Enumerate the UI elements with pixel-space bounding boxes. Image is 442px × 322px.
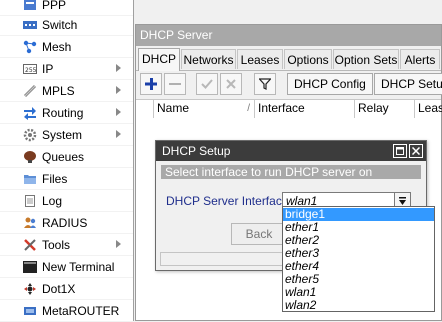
sidebar-item-switch[interactable]: Switch [0, 14, 133, 36]
sidebar-item-label: New Terminal [42, 259, 115, 274]
svg-text:255: 255 [25, 67, 37, 74]
chevron-down-icon [399, 196, 406, 205]
maximize-icon [396, 147, 404, 155]
sidebar-item-tools[interactable]: Tools [0, 234, 133, 256]
submenu-arrow-icon [116, 240, 121, 248]
submenu-arrow-icon [116, 86, 121, 94]
sidebar-item-dot1x[interactable]: Dot1X [0, 278, 133, 300]
enable-button[interactable] [196, 73, 218, 95]
sidebar-item-label: Log [42, 193, 63, 208]
check-icon [201, 79, 213, 89]
filter-icon [259, 78, 271, 90]
sidebar-item-label: Tools [42, 237, 71, 252]
back-button[interactable]: Back [231, 223, 287, 245]
column-name-label: Name [157, 101, 190, 115]
cross-icon [226, 79, 236, 89]
disable-button[interactable] [220, 73, 242, 95]
mpls-icon [22, 83, 38, 99]
sidebar-menu: PPP Switch Mesh 255 IP MPLS Routing Syst… [0, 0, 134, 322]
sidebar-item-label: Routing [42, 105, 84, 120]
add-button[interactable] [140, 73, 162, 95]
close-button[interactable] [409, 144, 423, 158]
submenu-arrow-icon [116, 108, 121, 116]
submenu-arrow-icon [116, 64, 121, 72]
column-interface[interactable]: Interface [255, 100, 355, 118]
filter-button[interactable] [254, 73, 276, 95]
dhcp-setup-button[interactable]: DHCP Setup [374, 73, 442, 95]
minus-icon [169, 83, 181, 85]
system-gear-icon [22, 127, 38, 143]
log-icon [22, 193, 38, 209]
queues-icon [22, 149, 38, 165]
dhcp-config-button[interactable]: DHCP Config [287, 73, 373, 95]
sidebar-item-label: Dot1X [42, 281, 76, 296]
metarouter-icon [22, 303, 38, 319]
tab-dhcp[interactable]: DHCP [138, 48, 180, 71]
sidebar-item-label: Mesh [42, 39, 72, 54]
tab-networks[interactable]: Networks [181, 49, 236, 69]
column-name[interactable]: Name / [154, 100, 255, 118]
sidebar-item-label: PPP [42, 0, 67, 12]
sidebar-item-mpls[interactable]: MPLS [0, 80, 133, 102]
mesh-icon [22, 39, 38, 55]
sidebar-item-label: System [42, 127, 83, 142]
dot1x-icon [22, 281, 38, 297]
column-lease[interactable]: Lease [415, 100, 442, 118]
sidebar-item-label: Files [42, 171, 68, 186]
sidebar-item-mesh[interactable]: Mesh [0, 36, 133, 58]
window-title: DHCP Server [136, 25, 441, 46]
table-header: Name / Interface Relay Lease [136, 99, 442, 119]
tab-leases[interactable]: Leases [237, 49, 283, 69]
dhcp-server-interface-label: DHCP Server Interface: [166, 194, 292, 208]
toolbar: DHCP Config DHCP Setup [136, 73, 442, 95]
sidebar-item-radius[interactable]: RADIUS [0, 212, 133, 234]
sidebar-item-label: Queues [42, 149, 85, 164]
sidebar-item-log[interactable]: Log [0, 190, 133, 212]
files-folder-icon [22, 171, 38, 187]
dropdown-option-wlan2[interactable]: wlan2 [283, 299, 434, 312]
sidebar-item-new-terminal[interactable]: New Terminal [0, 256, 133, 278]
tab-options[interactable]: Options [284, 49, 332, 69]
terminal-icon [22, 259, 38, 275]
submenu-arrow-icon [116, 130, 121, 138]
sidebar-item-files[interactable]: Files [0, 168, 133, 190]
sort-arrow-icon: / [247, 103, 250, 114]
tools-icon [22, 237, 38, 253]
ip-icon: 255 [22, 61, 38, 77]
radius-users-icon [22, 215, 38, 231]
interface-dropdown-list: bridge1 ether1 ether2 ether3 ether4 ethe… [282, 206, 435, 312]
switch-icon [22, 17, 38, 33]
maximize-button[interactable] [393, 144, 407, 158]
remove-button[interactable] [164, 73, 186, 95]
tab-bar: DHCP Networks Leases Options Option Sets… [136, 48, 441, 71]
sidebar-item-label: MPLS [42, 83, 75, 98]
sidebar-item-routing[interactable]: Routing [0, 102, 133, 124]
sidebar-item-metarouter[interactable]: MetaROUTER [0, 300, 133, 322]
plus-icon [145, 78, 157, 90]
dialog-title: DHCP Setup [156, 141, 426, 161]
close-icon [412, 147, 420, 155]
sidebar-item-label: MetaROUTER [42, 303, 120, 318]
sidebar-item-label: RADIUS [42, 215, 88, 230]
tab-alerts[interactable]: Alerts [400, 49, 440, 69]
routing-icon [22, 105, 38, 121]
sidebar-item-label: IP [42, 61, 54, 76]
sidebar-item-label: Switch [42, 17, 78, 32]
ppp-icon [22, 0, 38, 13]
sidebar-item-ip[interactable]: 255 IP [0, 58, 133, 80]
sidebar-item-queues[interactable]: Queues [0, 146, 133, 168]
select-column[interactable] [136, 100, 154, 118]
tab-option-sets[interactable]: Option Sets [333, 49, 399, 69]
dialog-hint: Select interface to run DHCP server on [161, 165, 421, 179]
column-relay[interactable]: Relay [355, 100, 415, 118]
sidebar-item-system[interactable]: System [0, 124, 133, 146]
